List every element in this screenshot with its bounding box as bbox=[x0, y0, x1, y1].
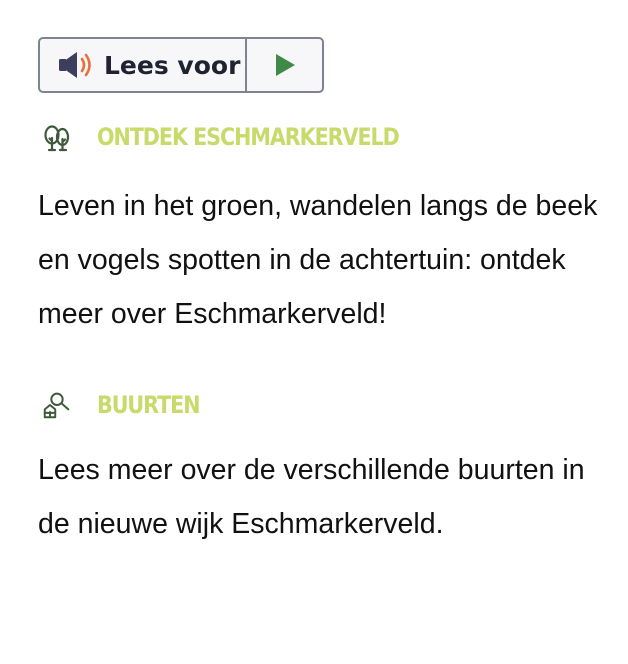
section-buurten: Buurten Lees meer over de verschillende … bbox=[38, 385, 628, 551]
section-title[interactable]: Ontdek Eschmarkerveld bbox=[97, 117, 400, 157]
read-aloud-button[interactable]: Lees voor bbox=[40, 39, 247, 91]
play-button[interactable] bbox=[247, 39, 322, 91]
page: Lees voor Ontdek Eschmar bbox=[0, 0, 628, 664]
section-heading: Ontdek Eschmarkerveld bbox=[38, 117, 628, 157]
section-text: Lees meer over de verschillende buurten … bbox=[38, 454, 585, 540]
section-title[interactable]: Buurten bbox=[97, 385, 200, 425]
play-icon bbox=[275, 54, 295, 76]
section-text: Leven in het groen, wandelen langs de be… bbox=[38, 190, 598, 330]
read-aloud-label: Lees voor bbox=[104, 50, 241, 80]
section-ontdek: Ontdek Eschmarkerveld Leven in het groen… bbox=[38, 117, 628, 341]
house-search-icon bbox=[43, 392, 70, 419]
readspeaker-widget: Lees voor bbox=[38, 37, 324, 93]
section-heading: Buurten bbox=[38, 385, 628, 425]
speaker-icon bbox=[59, 52, 91, 78]
trees-icon bbox=[44, 125, 70, 152]
